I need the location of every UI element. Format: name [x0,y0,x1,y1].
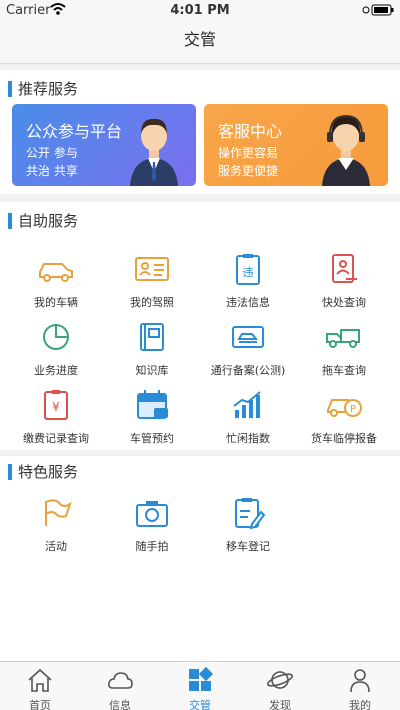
battery-icon [362,4,394,20]
self-service-title-text: 自助服务 [18,212,79,230]
status-time: 4:01 PM [170,3,230,18]
item-label: 我的车辆 [34,296,78,309]
card-subtitle: 服务更便捷 [218,164,279,178]
item-label: 缴费记录查询 [23,432,89,445]
license-icon [135,257,169,281]
flag-icon [45,499,72,526]
business-progress-item[interactable]: 业务进度 [6,320,106,378]
tow-query-item[interactable]: 拖车查询 [294,320,394,378]
self-service-section: 自助服务 我的车辆 我的驾照 违 违法信息 快处查询 业务进度 知识库 通行备案… [0,202,400,450]
pass-record-icon [232,326,264,348]
my-vehicle-item[interactable]: 我的车辆 [6,252,106,310]
knowledge-icon [140,323,164,351]
move-car-icon [235,498,266,530]
home-icon [28,668,52,692]
svg-text:P: P [350,404,356,415]
item-label: 知识库 [135,364,169,377]
camera-icon [136,501,168,527]
card-subtitle: 操作更容易 [218,146,279,160]
my-license-item[interactable]: 我的驾照 [102,252,202,310]
planet-icon [266,671,294,689]
violation-info-item[interactable]: 违 违法信息 [198,252,298,310]
featured-title: 特色服务 [8,461,78,482]
item-label: 随手拍 [135,540,169,553]
busy-index-item[interactable]: 忙闲指数 [198,388,298,446]
tab-label: 我的 [349,699,371,710]
tab-bar: 首页 信息 交管 发现 我的 [0,661,400,710]
section-marker [8,212,12,229]
tow-truck-icon [326,329,360,348]
section-marker [8,463,12,480]
tab-label: 发现 [269,699,291,710]
customer-service-card[interactable]: 客服中心 操作更容易 服务更便捷 [204,104,388,186]
item-label: 通行备案(公测) [210,364,286,377]
appointment-icon [137,390,168,419]
grid-icon [189,666,214,691]
self-service-title: 自助服务 [8,210,78,231]
public-platform-card[interactable]: 公众参与平台 公开 参与 共治 共享 [12,104,196,186]
item-label: 货车临停报备 [311,432,377,445]
tab-traffic[interactable]: 交管 [160,666,240,710]
quick-query-item[interactable]: 快处查询 [294,252,394,310]
main-content[interactable]: 推荐服务 公众参与平台 公开 参与 共治 共享 客服中心 操作更容易 服务更便捷 [0,64,400,661]
recommended-section: 推荐服务 公众参与平台 公开 参与 共治 共享 客服中心 操作更容易 服务更便捷 [0,70,400,194]
tab-label: 信息 [109,699,131,710]
move-car-item[interactable]: 移车登记 [198,496,298,554]
service-agent-icon [322,114,370,186]
snapshot-item[interactable]: 随手拍 [102,496,202,554]
card-subtitle: 公开 参与 [26,146,78,160]
person-icon [350,669,370,693]
featured-title-text: 特色服务 [18,463,79,481]
tab-label: 交管 [189,699,211,710]
svg-text:违: 违 [243,266,254,279]
item-label: 车管预约 [130,432,174,445]
car-icon [39,263,73,282]
section-marker [8,80,12,97]
card-title: 公众参与平台 [26,122,123,141]
item-label: 违法信息 [226,296,270,309]
progress-icon [43,324,69,350]
card-title: 客服中心 [218,122,283,141]
tab-info[interactable]: 信息 [80,666,160,710]
tab-discover[interactable]: 发现 [240,666,320,710]
payment-record-item[interactable]: ¥ 缴费记录查询 [6,388,106,446]
busy-index-icon [233,391,261,418]
item-label: 快处查询 [322,296,366,309]
quick-query-icon [332,254,357,283]
item-label: 活动 [45,540,67,553]
item-label: 我的驾照 [130,296,174,309]
officer-avatar-icon [130,118,178,186]
svg-text:¥: ¥ [52,400,60,414]
item-label: 业务进度 [34,364,78,377]
pass-record-item[interactable]: 通行备案(公测) [198,320,298,378]
activity-item[interactable]: 活动 [6,496,106,554]
item-label: 忙闲指数 [226,432,270,445]
recommended-title: 推荐服务 [8,78,78,99]
cloud-icon [108,672,133,689]
page-title: 交管 [183,30,216,49]
vehicle-appointment-item[interactable]: 车管预约 [102,388,202,446]
tab-home[interactable]: 首页 [0,666,80,710]
violation-icon: 违 [236,254,260,285]
featured-section: 特色服务 活动 随手拍 移车登记 [0,456,400,661]
tab-mine[interactable]: 我的 [320,666,400,710]
tab-label: 首页 [29,699,51,710]
status-bar: Carrier 4:01 PM [0,0,400,20]
knowledge-base-item[interactable]: 知识库 [102,320,202,378]
recommended-title-text: 推荐服务 [18,80,79,98]
item-label: 移车登记 [226,540,270,553]
item-label: 拖车查询 [322,364,366,377]
truck-parking-icon: P [327,399,362,417]
truck-parking-item[interactable]: P 货车临停报备 [294,388,394,446]
nav-bar: 交管 [0,20,400,64]
payment-icon: ¥ [44,390,68,420]
card-subtitle: 共治 共享 [26,164,78,178]
